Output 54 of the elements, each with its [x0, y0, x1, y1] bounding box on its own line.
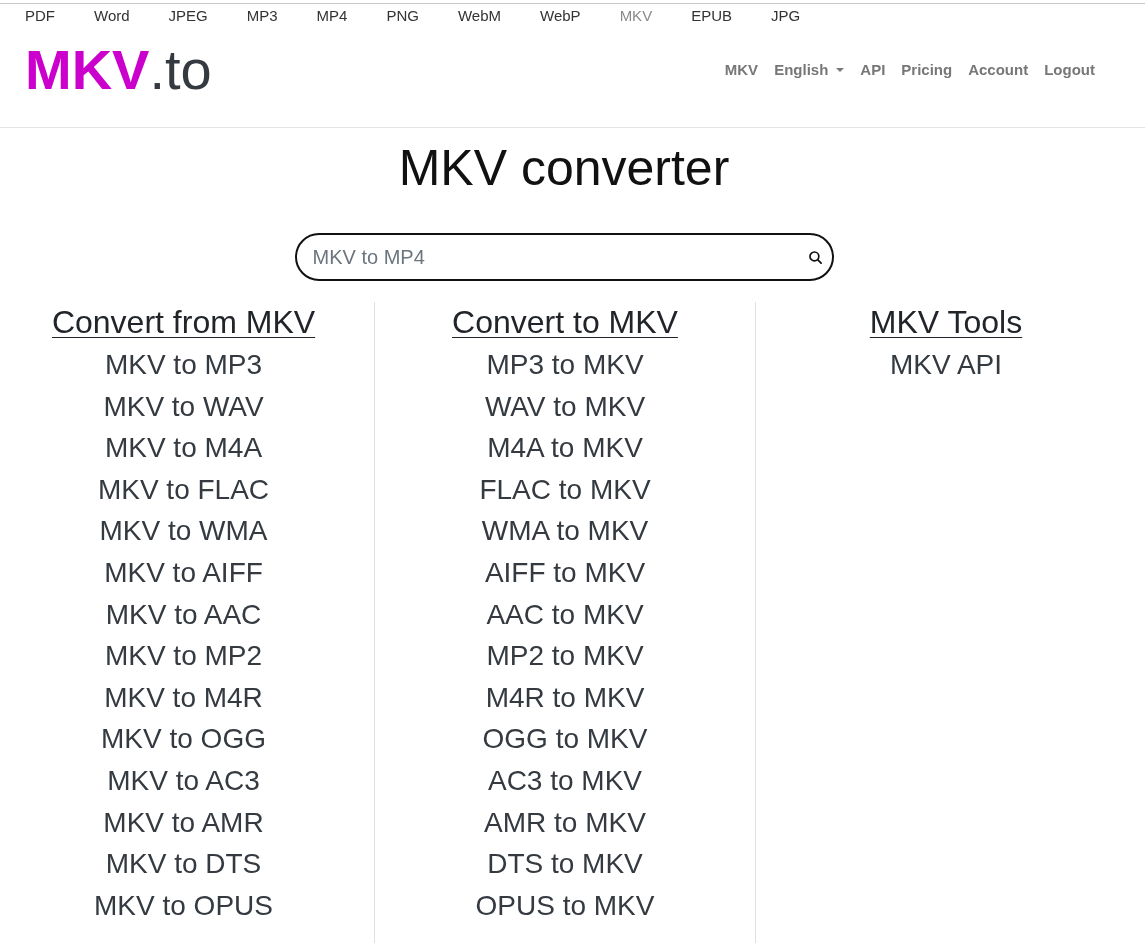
converter-link[interactable]: MKV to MP2: [104, 635, 263, 677]
converter-link[interactable]: MKV API: [889, 344, 1002, 386]
search-field[interactable]: MKV to MP4: [294, 233, 834, 281]
converter-link[interactable]: FLAC to MKV: [479, 468, 651, 511]
converter-link[interactable]: M4A to MKV: [487, 427, 643, 469]
converter-link[interactable]: MKV to MP3: [104, 344, 263, 386]
converter-link[interactable]: M4R to MKV: [485, 676, 645, 719]
format-link[interactable]: WebM: [457, 4, 502, 28]
format-link[interactable]: MP3: [246, 4, 278, 28]
page-title: MKV converter: [398, 139, 730, 198]
nav-link[interactable]: Pricing: [901, 59, 953, 81]
converter-link[interactable]: AMR to MKV: [484, 801, 646, 844]
format-link[interactable]: WebP: [540, 4, 581, 28]
converter-link[interactable]: AIFF to MKV: [484, 551, 646, 594]
converter-link[interactable]: DTS to MKV: [487, 843, 643, 885]
format-link[interactable]: PNG: [386, 4, 419, 28]
converter-link[interactable]: MKV to AAC: [105, 593, 262, 636]
converter-link[interactable]: MP2 to MKV: [486, 635, 644, 677]
site-logo[interactable]: MKV.to: [25, 38, 212, 102]
converter-link[interactable]: MKV to OPUS: [94, 884, 273, 927]
nav-link[interactable]: Account: [968, 59, 1029, 81]
format-link[interactable]: JPEG: [168, 4, 208, 28]
converter-link[interactable]: MKV to AC3: [107, 759, 260, 802]
nav-link[interactable]: Logout: [1044, 59, 1095, 81]
nav-link[interactable]: MKV: [724, 59, 759, 81]
converter-link[interactable]: AAC to MKV: [486, 593, 644, 636]
converter-link[interactable]: MKV to AIFF: [104, 551, 263, 594]
nav-link[interactable]: API: [860, 59, 886, 81]
format-link[interactable]: PDF: [25, 4, 55, 28]
converter-link[interactable]: MKV to DTS: [105, 843, 262, 885]
converter-link[interactable]: MP3 to MKV: [486, 344, 644, 386]
converter-link[interactable]: MKV to OGG: [101, 718, 266, 760]
converter-link[interactable]: MKV to AMR: [103, 801, 264, 844]
search-icon[interactable]: [808, 251, 822, 264]
format-link[interactable]: Word: [94, 4, 130, 28]
format-link[interactable]: MP4: [316, 4, 348, 28]
converter-link[interactable]: MKV to WAV: [103, 385, 264, 428]
caret-icon: [836, 68, 845, 72]
converter-link[interactable]: MKV to M4A: [104, 427, 263, 469]
converter-link[interactable]: MKV to WMA: [99, 510, 268, 552]
converter-link[interactable]: OPUS to MKV: [475, 884, 655, 927]
converter-link[interactable]: WMA to MKV: [481, 510, 649, 552]
format-link[interactable]: MKV: [619, 4, 653, 28]
converter-link[interactable]: WAV to MKV: [484, 385, 646, 428]
language-dropdown[interactable]: English: [774, 59, 845, 81]
format-link[interactable]: JPG: [771, 4, 801, 28]
section-heading-link[interactable]: MKV Tools: [869, 302, 1023, 342]
section-heading-link[interactable]: Convert to MKV: [452, 302, 678, 342]
converter-link[interactable]: OGG to MKV: [482, 718, 648, 760]
format-link[interactable]: EPUB: [691, 4, 732, 28]
converter-link[interactable]: MKV to M4R: [104, 676, 263, 719]
converter-link[interactable]: MKV to FLAC: [97, 468, 270, 511]
converter-link[interactable]: AC3 to MKV: [487, 759, 643, 802]
section-heading-link[interactable]: Convert from MKV: [51, 302, 316, 342]
